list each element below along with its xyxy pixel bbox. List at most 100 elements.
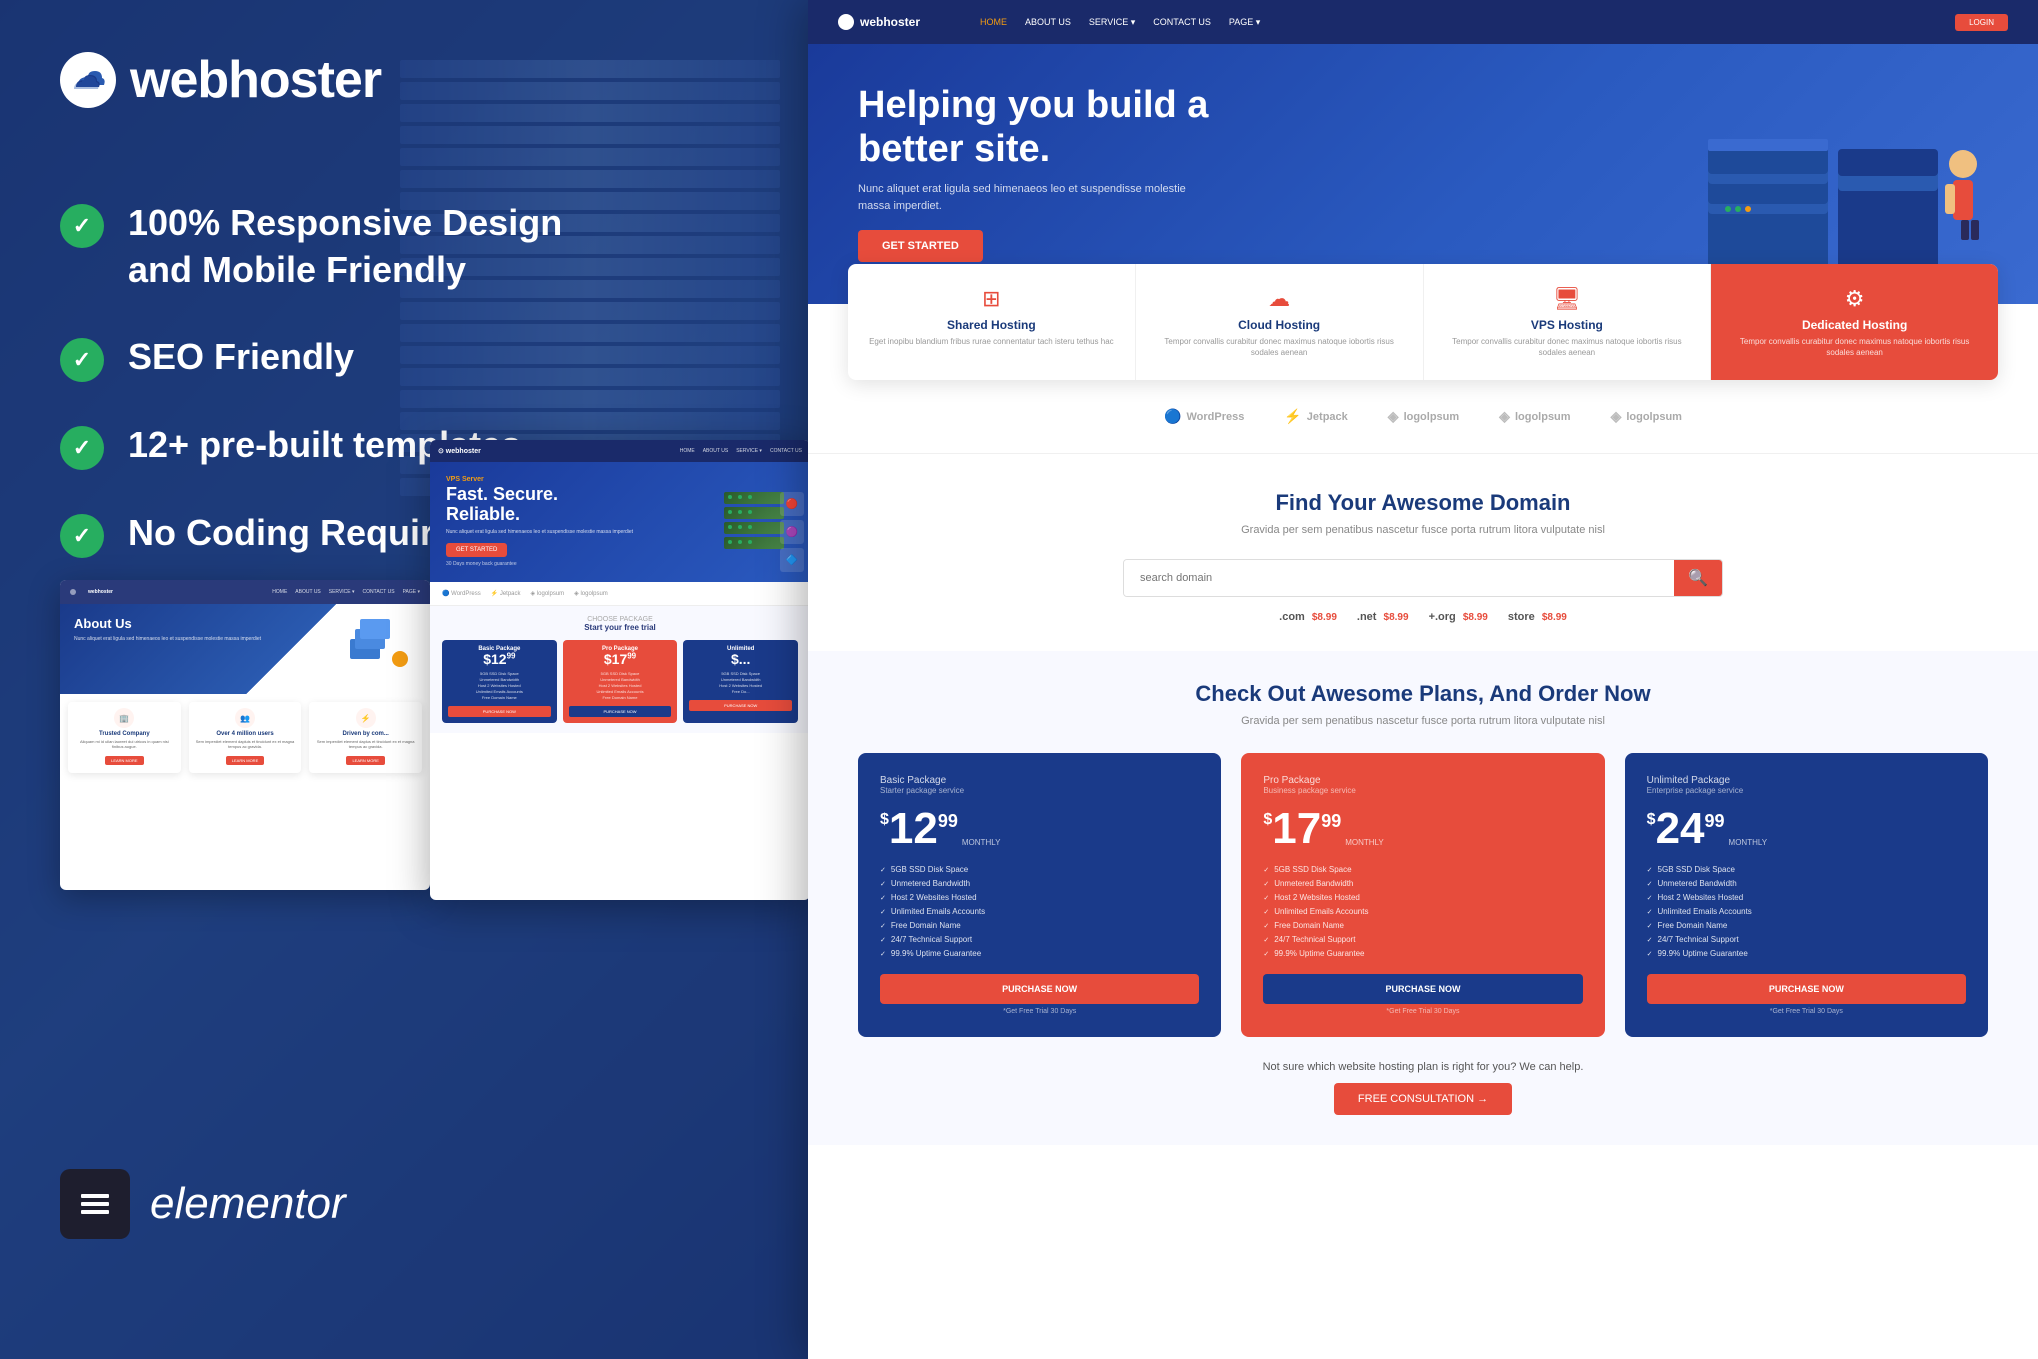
vps-hero: VPS Server Fast. Secure.Reliable. Nunc a… — [430, 462, 810, 582]
ext-com: .com $8.99 — [1279, 611, 1337, 623]
basic-f1: 5GB SSD Disk Space — [880, 865, 1199, 874]
vps-plan-unlimited: Unlimited $... 5GB SSD Disk Space Unmete… — [683, 640, 798, 723]
main-nav-service[interactable]: SERVICE ▾ — [1089, 17, 1135, 28]
about-card-driven: ⚡ Driven by com... Sem imperdiet element… — [309, 702, 422, 773]
main-login-button[interactable]: LOGIN — [1955, 14, 2008, 31]
basic-price-row: $ 12 99 MONTHLY — [880, 807, 1199, 851]
about-hero: About Us Nunc aliquet erat ligula sed hi… — [60, 604, 430, 694]
pricing-subtitle: Gravida per sem penatibus nascetur fusce… — [858, 713, 1988, 730]
check-icon-seo — [60, 338, 104, 382]
server-block-3 — [724, 522, 784, 534]
domain-search-input[interactable] — [1124, 560, 1674, 596]
vps-ul-f3: Host 2 Websites Hosted — [689, 683, 792, 688]
jet-label: Jetpack — [1307, 411, 1348, 423]
main-nav-about[interactable]: ABOUT US — [1025, 17, 1071, 28]
pro-btn-sub: *Get Free Trial 30 Days — [1263, 1008, 1582, 1015]
domain-title: Find Your Awesome Domain — [858, 490, 1988, 516]
pro-dollar: $ — [1263, 811, 1272, 829]
about-nav-page: PAGE ▾ — [403, 589, 420, 595]
ext-org: +.org $8.99 — [1429, 611, 1488, 623]
about-nav-home: HOME — [272, 589, 287, 595]
about-card-trusted-title: Trusted Company — [74, 731, 175, 737]
main-nav-contact[interactable]: CONTACT US — [1153, 17, 1211, 28]
ul-f6: 24/7 Technical Support — [1647, 935, 1966, 944]
about-nav-links: HOME ABOUT US SERVICE ▾ CONTACT US PAGE … — [272, 589, 420, 595]
domain-search-bar[interactable]: 🔍 — [1123, 559, 1723, 597]
ul-purchase-btn[interactable]: PURCHASE NOW — [1647, 974, 1966, 1004]
vps-nav-service: SERVICE ▾ — [736, 448, 762, 454]
pricing-help-text: Not sure which website hosting plan is r… — [858, 1061, 1988, 1115]
feature-responsive: 100% Responsive Designand Mobile Friendl… — [60, 200, 562, 294]
ul-price-row: $ 24 99 MONTHLY — [1647, 807, 1966, 851]
pro-f6: 24/7 Technical Support — [1263, 935, 1582, 944]
pro-cents: 99 — [1321, 811, 1341, 832]
main-hero-illustration — [1608, 84, 1988, 264]
vps-basic-btn[interactable]: PURCHASE NOW — [448, 706, 551, 717]
dedicated-text: Tempor convallis curabitur donec maximus… — [1731, 336, 1978, 358]
basic-f5: Free Domain Name — [880, 921, 1199, 930]
basic-features: 5GB SSD Disk Space Unmetered Bandwidth H… — [880, 865, 1199, 958]
about-card-users-btn[interactable]: LEARN MORE — [226, 756, 264, 765]
windows-icon: 🔷 — [780, 548, 804, 572]
vps-nav-links: HOME ABOUT US SERVICE ▾ CONTACT US — [680, 448, 802, 454]
main-hero-cta[interactable]: GET STARTED — [858, 230, 983, 262]
partner-wordpress: 🔵 WordPress — [1164, 408, 1244, 425]
vps-plan-basic-price: $1299 — [448, 652, 551, 666]
vps-icon: 🖥 — [1444, 286, 1691, 312]
logo-icon — [60, 52, 116, 108]
cloud-text: Tempor convallis curabitur donec maximus… — [1156, 336, 1403, 358]
about-card-trusted-text: Aliquam mi id ullan laoreet dui utricos … — [74, 739, 175, 749]
vps-hero-btn[interactable]: GET STARTED — [446, 543, 507, 557]
vps-nav-brand: ⊙ webhoster — [438, 447, 481, 455]
basic-btn-sub: *Get Free Trial 30 Days — [880, 1008, 1199, 1015]
partner-logo1: ◈ logolpsum — [1388, 408, 1459, 425]
about-card-users-title: Over 4 million users — [195, 731, 296, 737]
vps-badge: VPS Server — [446, 476, 714, 483]
elementor-badge: elementor — [60, 1169, 346, 1239]
about-screenshot: webhoster HOME ABOUT US SERVICE ▾ CONTAC… — [60, 580, 430, 890]
pricing-help-message: Not sure which website hosting plan is r… — [858, 1061, 1988, 1073]
check-icon-responsive — [60, 204, 104, 248]
ul-period: MONTHLY — [1729, 838, 1768, 847]
basic-f3: Host 2 Websites Hosted — [880, 893, 1199, 902]
basic-period: MONTHLY — [962, 838, 1001, 847]
check-icon-no-coding — [60, 514, 104, 558]
pro-plan-name: Pro Package — [1263, 775, 1582, 786]
main-nav-logo: webhoster — [838, 14, 920, 30]
about-card-users: 👥 Over 4 million users Sem imperdiet ele… — [189, 702, 302, 773]
ul-plan-name: Unlimited Package — [1647, 775, 1966, 786]
vps-ul-features: 5GB SSD Disk Space Unmetered Bandwidth H… — [689, 671, 792, 694]
domain-search-button[interactable]: 🔍 — [1674, 560, 1722, 596]
vps-pro-btn[interactable]: PURCHASE NOW — [569, 706, 672, 717]
basic-purchase-btn[interactable]: PURCHASE NOW — [880, 974, 1199, 1004]
vps-partner-wp: 🔵 WordPress — [442, 590, 481, 597]
pro-f1: 5GB SSD Disk Space — [1263, 865, 1582, 874]
main-logo-icon — [838, 14, 854, 30]
trusted-icon: 🏢 — [114, 708, 134, 728]
partner-logo3: ◈ logolpsum — [1611, 408, 1682, 425]
basic-f6: 24/7 Technical Support — [880, 935, 1199, 944]
vps-ul-btn[interactable]: PURCHASE NOW — [689, 700, 792, 711]
vps-partner-logo2: ◈ logolpsum — [574, 590, 608, 597]
vps-pricing-title: Start your free trial — [442, 623, 798, 632]
users-icon: 👥 — [235, 708, 255, 728]
vps-hero-text: Nunc aliquet erat ligula sed himenaeos l… — [446, 529, 714, 535]
basic-f7: 99.9% Uptime Guarantee — [880, 949, 1199, 958]
ul-btn-sub: *Get Free Trial 30 Days — [1647, 1008, 1966, 1015]
main-nav-page[interactable]: PAGE ▾ — [1229, 17, 1260, 28]
main-nav-links: HOME ABOUT US SERVICE ▾ CONTACT US PAGE … — [980, 17, 1260, 28]
pro-purchase-btn[interactable]: PURCHASE NOW — [1263, 974, 1582, 1004]
main-brand-name: webhoster — [860, 15, 920, 29]
about-card-driven-text: Sem imperdiet element daplus et tincidun… — [315, 739, 416, 749]
about-nav: webhoster HOME ABOUT US SERVICE ▾ CONTAC… — [60, 580, 430, 604]
services-strip: ⊞ Shared Hosting Eget inopibu blandium f… — [848, 264, 1998, 380]
pricing-consultation-btn[interactable]: FREE CONSULTATION → — [1334, 1083, 1512, 1115]
vps-plan-ul-price: $... — [689, 652, 792, 666]
vps-pro-f4: Unlimited Emails Accounts — [569, 689, 672, 694]
about-card-driven-btn[interactable]: LEARN MORE — [346, 756, 384, 765]
about-card-trusted-btn[interactable]: LEARN MORE — [105, 756, 143, 765]
main-nav-home[interactable]: HOME — [980, 17, 1007, 28]
about-nav-about: ABOUT US — [295, 589, 320, 595]
vps-hero-title: Fast. Secure.Reliable. — [446, 485, 714, 525]
feature-text-responsive: 100% Responsive Designand Mobile Friendl… — [128, 200, 562, 294]
